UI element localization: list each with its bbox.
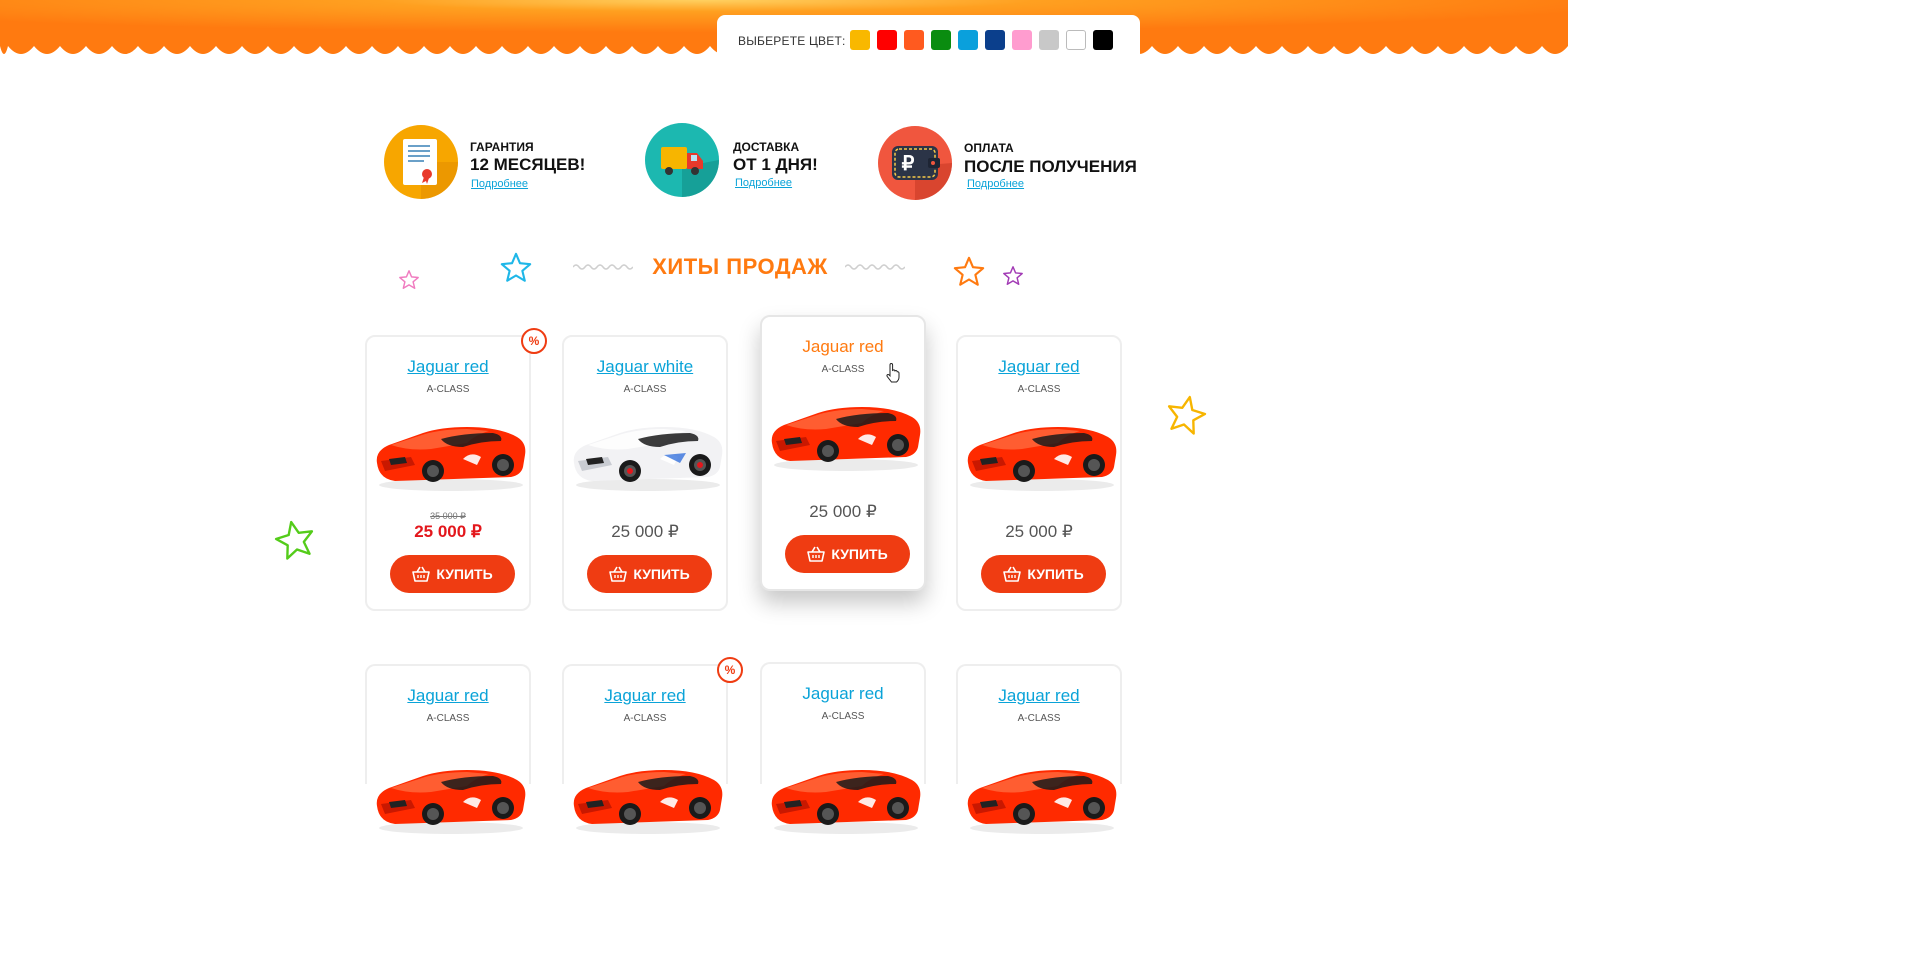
feature-title: ОПЛАТА	[964, 141, 1014, 155]
product-old-price: 35 000 ₽	[430, 511, 466, 521]
buy-button-label: КУПИТЬ	[436, 566, 493, 582]
car-illustration	[771, 407, 921, 471]
product-card[interactable]: Jaguar red A-CLASS 25 000 ₽ КУПИТЬ	[956, 335, 1122, 611]
product-title-link[interactable]: Jaguar red	[564, 686, 726, 706]
svg-text:₽: ₽	[902, 153, 915, 175]
buy-button-label: КУПИТЬ	[633, 566, 690, 582]
product-title-link[interactable]: Jaguar white	[564, 357, 726, 377]
feature-text: ПОСЛЕ ПОЛУЧЕНИЯ	[964, 157, 1137, 176]
color-picker: ВЫБЕРЕТЕ ЦВЕТ:	[717, 15, 1140, 67]
product-image[interactable]	[371, 415, 529, 500]
discount-badge: %	[717, 657, 743, 683]
product-image[interactable]	[766, 395, 924, 480]
product-price: 25 000 ₽	[414, 522, 482, 541]
star-icon	[953, 256, 985, 286]
product-title-link[interactable]: Jaguar red	[958, 686, 1120, 706]
product-card[interactable]: Jaguar red A-CLASS	[562, 664, 728, 834]
wavy-line-left	[573, 264, 633, 270]
star-icon	[399, 270, 419, 289]
color-swatch-black[interactable]	[1093, 30, 1113, 50]
product-card[interactable]: Jaguar red A-CLASS	[365, 664, 531, 834]
product-subtitle: A-CLASS	[821, 711, 865, 722]
product-subtitle: A-CLASS	[623, 384, 667, 395]
color-swatch-yellow[interactable]	[850, 30, 870, 50]
color-swatch-pink[interactable]	[1012, 30, 1032, 50]
product-card[interactable]: Jaguar red A-CLASS	[956, 664, 1122, 834]
feature-more-link[interactable]: Подробнее	[735, 177, 792, 189]
basket-icon	[412, 566, 431, 582]
color-swatch-red[interactable]	[877, 30, 897, 50]
buy-button[interactable]: КУПИТЬ	[981, 555, 1106, 593]
car-illustration	[573, 770, 723, 834]
buy-button-label: КУПИТЬ	[831, 546, 888, 562]
star-icon	[1167, 395, 1207, 435]
star-icon	[274, 520, 314, 560]
product-title-link[interactable]: Jaguar red	[762, 337, 924, 357]
buy-button-label: КУПИТЬ	[1027, 566, 1084, 582]
basket-icon	[609, 566, 628, 582]
product-card[interactable]: Jaguar red A-CLASS 35 000 ₽ 25 000 ₽ КУП…	[365, 335, 531, 611]
color-picker-label: ВЫБЕРЕТЕ ЦВЕТ:	[738, 34, 846, 48]
product-subtitle: A-CLASS	[1017, 713, 1061, 724]
product-subtitle: A-CLASS	[1017, 384, 1061, 395]
feature-text: 12 МЕСЯЦЕВ!	[470, 155, 586, 174]
color-swatch-gray[interactable]	[1039, 30, 1059, 50]
section-title: ХИТЫ ПРОДАЖ	[652, 254, 828, 279]
wallet-icon: ₽	[878, 126, 952, 200]
product-title-link[interactable]: Jaguar red	[367, 357, 529, 377]
product-subtitle: A-CLASS	[426, 384, 470, 395]
certificate-icon	[384, 125, 458, 199]
hand-cursor-icon	[886, 363, 900, 383]
product-image[interactable]	[962, 415, 1120, 500]
product-image[interactable]	[371, 758, 529, 843]
product-card[interactable]: Jaguar white A-CLASS 25 000 ₽ КУПИТЬ	[562, 335, 728, 611]
feature-more-link[interactable]: Подробнее	[471, 178, 528, 190]
product-price: 25 000 ₽	[809, 502, 877, 521]
star-icon	[500, 252, 532, 282]
car-illustration	[376, 427, 526, 491]
car-illustration	[376, 770, 526, 834]
product-price: 25 000 ₽	[611, 522, 679, 541]
product-price: 25 000 ₽	[1005, 522, 1073, 541]
star-icon	[1003, 266, 1023, 285]
wavy-line-right	[845, 264, 905, 270]
feature-more-link[interactable]: Подробнее	[967, 178, 1024, 190]
basket-icon	[807, 546, 826, 562]
truck-icon	[645, 123, 719, 197]
product-subtitle: A-CLASS	[426, 713, 470, 724]
feature-text: ОТ 1 ДНЯ!	[733, 155, 818, 174]
product-title-link[interactable]: Jaguar red	[958, 357, 1120, 377]
color-swatch-light-blue[interactable]	[958, 30, 978, 50]
discount-badge: %	[521, 328, 547, 354]
color-swatch-dark-blue[interactable]	[985, 30, 1005, 50]
product-image[interactable]	[766, 758, 924, 843]
product-card[interactable]: Jaguar red A-CLASS	[760, 662, 926, 834]
car-illustration	[573, 427, 723, 491]
product-title-link[interactable]: Jaguar red	[762, 684, 924, 704]
feature-title: ДОСТАВКА	[733, 140, 800, 154]
product-image[interactable]	[568, 415, 726, 500]
feature-title: ГАРАНТИЯ	[470, 140, 534, 154]
color-swatch-green[interactable]	[931, 30, 951, 50]
basket-icon	[1003, 566, 1022, 582]
buy-button[interactable]: КУПИТЬ	[785, 535, 910, 573]
product-card-hovered[interactable]: Jaguar red A-CLASS 25 000 ₽ КУПИТЬ	[760, 315, 926, 591]
car-illustration	[967, 427, 1117, 491]
buy-button[interactable]: КУПИТЬ	[390, 555, 515, 593]
color-swatch-white[interactable]	[1066, 30, 1086, 50]
buy-button[interactable]: КУПИТЬ	[587, 555, 712, 593]
product-image[interactable]	[962, 758, 1120, 843]
product-title-link[interactable]: Jaguar red	[367, 686, 529, 706]
car-illustration	[967, 770, 1117, 834]
color-swatch-orange[interactable]	[904, 30, 924, 50]
car-illustration	[771, 770, 921, 834]
product-subtitle: A-CLASS	[623, 713, 667, 724]
product-image[interactable]	[568, 758, 726, 843]
